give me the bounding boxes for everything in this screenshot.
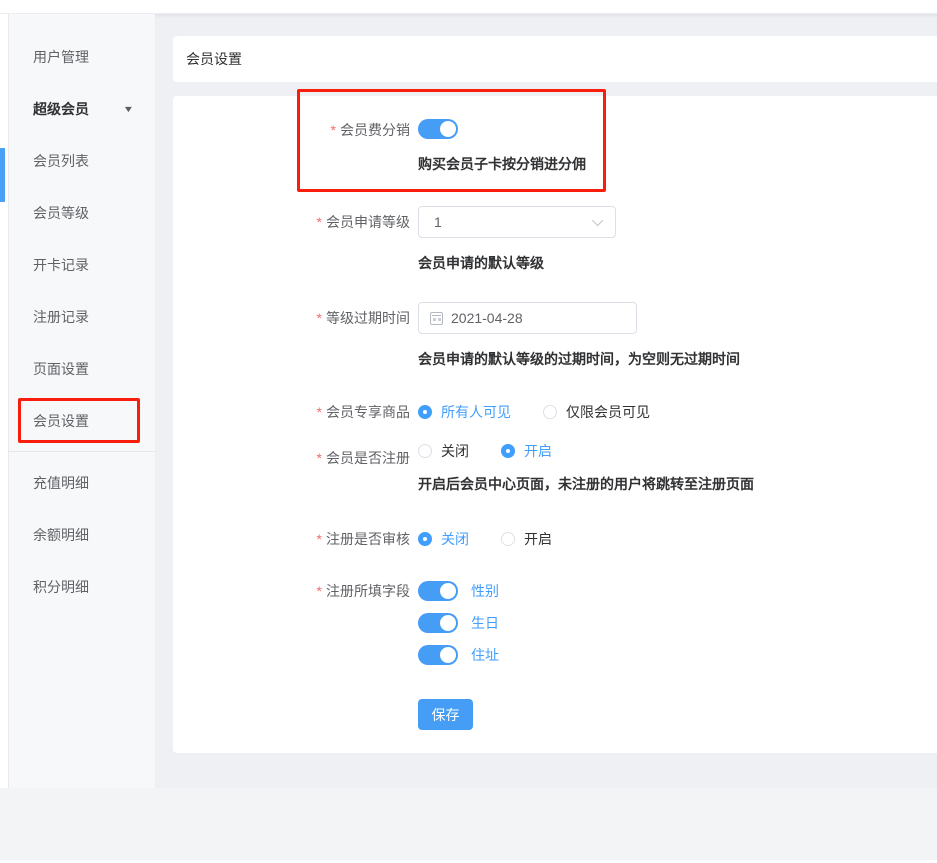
sidebar-item-label: 注册记录: [33, 309, 89, 325]
sidebar-item-member-level[interactable]: 会员等级: [9, 187, 155, 239]
form-row-register-audit: * 注册是否审核 关闭 开启: [173, 529, 937, 549]
member-settings-form: * 会员费分销 购买会员子卡按分销进分佣 * 会员申请等级 1 会员申请的默认等…: [173, 96, 937, 753]
form-row-need-register: * 会员是否注册 关闭 开启 开启后会员中心页面，未注册的用户将跳转至注册页面: [173, 441, 937, 493]
radio-label: 开启: [524, 443, 552, 459]
field-label: * 会员申请等级: [316, 214, 410, 230]
field-helper-text: 购买会员子卡按分销进分佣: [418, 156, 586, 172]
select-value: 1: [434, 214, 442, 230]
page-title-card: 会员设置: [173, 36, 937, 82]
field-helper-text: 开启后会员中心页面，未注册的用户将跳转至注册页面: [418, 476, 754, 492]
save-button[interactable]: 保存: [418, 699, 473, 730]
sidebar-item-label: 超级会员: [33, 101, 89, 117]
form-row-expire-time: * 等级过期时间 2021-04-28 会员申请的默认等级的过期时间，为空则无过期…: [173, 302, 937, 368]
sidebar-item-balance-details[interactable]: 余额明细: [9, 509, 155, 561]
chevron-down-icon: [591, 214, 604, 227]
radio-audit-off[interactable]: 关闭: [418, 529, 469, 549]
radio-register-on[interactable]: 开启: [501, 441, 552, 461]
sidebar-divider: [9, 451, 155, 452]
required-asterisk: *: [316, 404, 322, 420]
sidebar-item-page-settings[interactable]: 页面设置: [9, 343, 155, 395]
sidebar-item-member-settings[interactable]: 会员设置: [9, 395, 155, 447]
content-area: 会员设置 * 会员费分销 购买会员子卡按分销进分佣 * 会员申请等级 1 会员申…: [155, 14, 937, 788]
radio-dot: [543, 405, 557, 419]
sidebar-item-user-management[interactable]: 用户管理: [9, 31, 155, 83]
sidebar-item-label: 积分明细: [33, 579, 89, 595]
field-label: * 会员是否注册: [316, 450, 410, 466]
radio-label: 关闭: [441, 531, 469, 547]
expire-date-picker[interactable]: 2021-04-28: [418, 302, 637, 334]
radio-label: 开启: [524, 531, 552, 547]
sidebar-item-label: 会员等级: [33, 205, 89, 221]
toggle-knob: [440, 647, 456, 663]
toggle-label: 生日: [471, 615, 499, 631]
sidebar-item-label: 余额明细: [33, 527, 89, 543]
sidebar-item-card-records[interactable]: 开卡记录: [9, 239, 155, 291]
sidebar-item-label: 页面设置: [33, 361, 89, 377]
sidebar-item-label: 会员设置: [33, 413, 89, 429]
sidebar-item-member-list[interactable]: 会员列表: [9, 135, 155, 187]
sidebar-item-recharge-details[interactable]: 充值明细: [9, 457, 155, 509]
sidebar-item-register-records[interactable]: 注册记录: [9, 291, 155, 343]
sidebar-item-label: 充值明细: [33, 475, 89, 491]
top-header-strip: [0, 0, 937, 14]
form-row-fee-distribution: * 会员费分销 购买会员子卡按分销进分佣: [173, 119, 937, 173]
required-asterisk: *: [316, 583, 322, 599]
field-helper-text: 会员申请的默认等级的过期时间，为空则无过期时间: [418, 351, 740, 367]
sidebar-item-label: 开卡记录: [33, 257, 89, 273]
radio-dot: [418, 532, 432, 546]
active-edge-indicator: [0, 148, 5, 202]
sidebar-item-label: 用户管理: [33, 49, 89, 65]
radio-visible-to-all[interactable]: 所有人可见: [418, 402, 511, 422]
field-label: * 等级过期时间: [316, 310, 410, 326]
radio-label: 所有人可见: [441, 404, 511, 420]
form-row-register-fields: * 注册所填字段 性别 生日 住址 保存: [173, 580, 937, 730]
date-value: 2021-04-28: [451, 310, 523, 326]
address-field-toggle[interactable]: [418, 645, 458, 665]
toggle-knob: [440, 583, 456, 599]
required-asterisk: *: [316, 450, 322, 466]
radio-dot: [501, 444, 515, 458]
chevron-down-icon: ▼: [122, 104, 135, 114]
radio-dot: [418, 444, 432, 458]
sidebar-item-label: 会员列表: [33, 153, 89, 169]
field-label: * 会员专享商品: [316, 404, 410, 420]
radio-label: 仅限会员可见: [566, 404, 650, 420]
field-helper-text: 会员申请的默认等级: [418, 255, 544, 271]
page-title: 会员设置: [186, 51, 242, 67]
required-asterisk: *: [316, 531, 322, 547]
birthday-field-toggle[interactable]: [418, 613, 458, 633]
field-label: * 会员费分销: [330, 122, 410, 138]
radio-members-only[interactable]: 仅限会员可见: [543, 402, 650, 422]
gender-field-toggle[interactable]: [418, 581, 458, 601]
radio-label: 关闭: [441, 443, 469, 459]
sidebar: 用户管理 超级会员 ▼ 会员列表 会员等级 开卡记录 注册记录 页面设置 会员设…: [8, 14, 155, 788]
apply-level-select[interactable]: 1: [418, 206, 616, 238]
form-row-exclusive-goods: * 会员专享商品 所有人可见 仅限会员可见: [173, 402, 937, 422]
form-row-apply-level: * 会员申请等级 1 会员申请的默认等级: [173, 206, 937, 272]
fee-distribution-toggle[interactable]: [418, 119, 458, 139]
required-asterisk: *: [316, 310, 322, 326]
toggle-knob: [440, 121, 456, 137]
bottom-strip: [0, 788, 937, 860]
sidebar-item-super-member[interactable]: 超级会员 ▼: [9, 83, 155, 135]
toggle-label: 性别: [471, 583, 499, 599]
required-asterisk: *: [330, 122, 336, 138]
radio-audit-on[interactable]: 开启: [501, 529, 552, 549]
left-gutter: [0, 14, 8, 788]
radio-register-off[interactable]: 关闭: [418, 441, 469, 461]
field-label: * 注册是否审核: [316, 531, 410, 547]
radio-dot: [501, 532, 515, 546]
required-asterisk: *: [316, 214, 322, 230]
calendar-icon: [430, 311, 443, 325]
radio-dot: [418, 405, 432, 419]
field-label: * 注册所填字段: [316, 583, 410, 599]
toggle-knob: [440, 615, 456, 631]
toggle-label: 住址: [471, 647, 499, 663]
sidebar-item-points-details[interactable]: 积分明细: [9, 561, 155, 613]
page-root: 用户管理 超级会员 ▼ 会员列表 会员等级 开卡记录 注册记录 页面设置 会员设…: [0, 0, 937, 863]
